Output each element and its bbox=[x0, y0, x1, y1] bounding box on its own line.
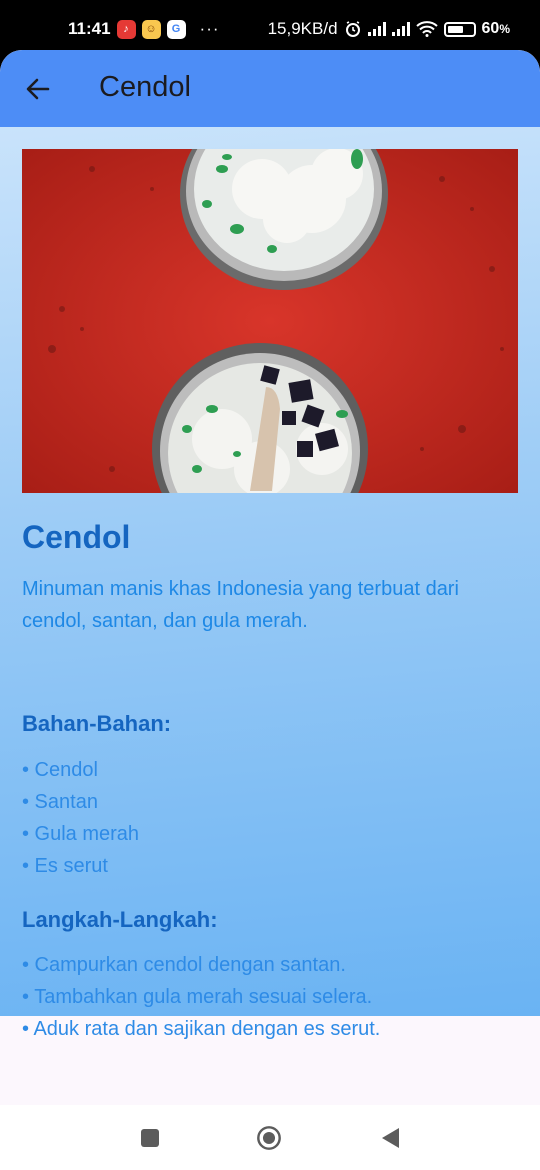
list-item: • Santan bbox=[22, 791, 98, 813]
ingredients-list: • Cendol • Santan • Gula merah • Es seru… bbox=[22, 754, 139, 882]
alarm-icon bbox=[345, 21, 360, 37]
list-item: • Es serut bbox=[22, 855, 108, 877]
recipe-description: Minuman manis khas Indonesia yang terbua… bbox=[22, 578, 459, 632]
clock: 11:41 bbox=[68, 19, 111, 38]
recipe-title: Cendol bbox=[22, 519, 131, 555]
ingredients-heading: Bahan-Bahan: bbox=[22, 711, 172, 736]
status-left: 11:41 ♪ ☺ G ··· bbox=[68, 19, 220, 39]
app-bar: Cendol bbox=[0, 50, 540, 127]
recents-button[interactable] bbox=[137, 1125, 163, 1151]
app-bar-title: Cendol bbox=[99, 71, 191, 103]
battery-percent: 60% bbox=[481, 20, 510, 37]
home-button[interactable] bbox=[256, 1125, 282, 1151]
recipe-content[interactable]: Cendol Minuman manis khas Indonesia yang… bbox=[0, 127, 540, 1040]
arrow-back-icon bbox=[26, 78, 50, 100]
cendol-photo-illustration bbox=[22, 149, 518, 493]
steps-list: • Campurkan cendol dengan santan. • Tamb… bbox=[22, 949, 380, 1045]
system-nav-bar bbox=[0, 1105, 540, 1170]
wifi-icon bbox=[415, 21, 438, 37]
tiktok-icon: ♪ bbox=[116, 19, 136, 39]
home-icon bbox=[257, 1126, 281, 1150]
status-bar: 11:41 ♪ ☺ G ··· 15,9KB/d 60% bbox=[0, 0, 540, 56]
list-item: • Aduk rata dan sajikan dengan es serut. bbox=[22, 1018, 381, 1040]
recipe-photo bbox=[22, 149, 518, 493]
network-speed: 15,9KB/d bbox=[267, 19, 338, 38]
back-button[interactable] bbox=[18, 69, 58, 109]
list-item: • Cendol bbox=[22, 759, 98, 781]
phone-screen: 11:41 ♪ ☺ G ··· 15,9KB/d 60% Cendol Cend… bbox=[0, 0, 540, 1170]
list-item: • Tambahkan gula merah sesuai selera. bbox=[22, 986, 373, 1008]
list-item: • Gula merah bbox=[22, 823, 140, 845]
signal-icon-1 bbox=[367, 22, 386, 36]
google-icon: G bbox=[166, 19, 186, 39]
steps-heading: Langkah-Langkah: bbox=[22, 907, 218, 932]
list-item: • Campurkan cendol dengan santan. bbox=[22, 954, 346, 976]
status-right: 15,9KB/d 60% bbox=[268, 19, 510, 39]
signal-icon-2 bbox=[391, 22, 410, 36]
game-icon: ☺ bbox=[141, 19, 161, 39]
recents-icon bbox=[141, 1129, 159, 1147]
battery-icon bbox=[443, 21, 476, 37]
back-triangle-icon bbox=[382, 1128, 399, 1148]
more-notifications-icon: ··· bbox=[199, 19, 220, 38]
app-window: Cendol Cendol Minuman manis khas Indones… bbox=[0, 50, 540, 1105]
back-nav-button[interactable] bbox=[377, 1125, 403, 1151]
